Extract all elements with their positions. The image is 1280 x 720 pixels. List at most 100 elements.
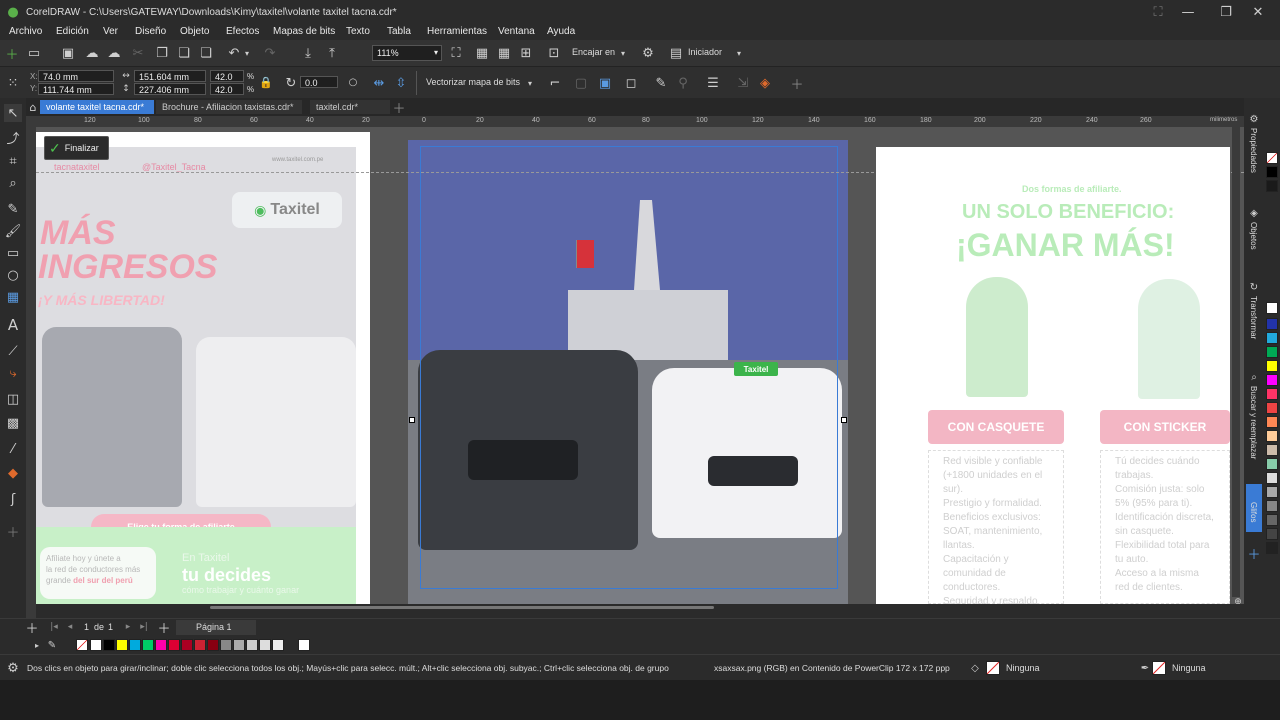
mirror-vertical-icon[interactable]: ⇳	[392, 74, 410, 92]
scale-y-field[interactable]: 42.0	[210, 83, 244, 95]
lock-ratio-icon[interactable]: 🔒	[259, 75, 273, 89]
doc-swatch[interactable]	[207, 639, 219, 651]
swatch-green[interactable]	[1266, 346, 1278, 358]
menu-texto[interactable]: Texto	[346, 26, 370, 37]
rotation-angle-field[interactable]: 0.0	[300, 76, 338, 88]
export-icon[interactable]: ⤒	[324, 45, 340, 61]
menu-edicion[interactable]: Edición	[56, 26, 89, 37]
edit-bitmap-icon[interactable]: ▣	[596, 74, 614, 92]
doc-swatch[interactable]	[220, 639, 232, 651]
bitmap-mask-icon[interactable]: ✎	[652, 74, 670, 92]
undo-dropdown-icon[interactable]: ▾	[242, 45, 252, 61]
selection-handle-right[interactable]	[841, 417, 847, 423]
pick-tool-icon[interactable]: ↖	[4, 104, 22, 122]
doc-swatch[interactable]	[259, 639, 271, 651]
doc-swatch[interactable]	[103, 639, 115, 651]
zoom-tool-icon[interactable]: ⌕	[4, 174, 22, 192]
layers-icon[interactable]: ◈	[756, 74, 774, 92]
expand-icon[interactable]: ⛶	[1150, 4, 1166, 20]
selection-bounding-box[interactable]	[420, 146, 838, 589]
menu-objeto[interactable]: Objeto	[180, 26, 209, 37]
horizontal-scrollbar[interactable]	[36, 604, 1244, 618]
eyedropper-icon[interactable]: ✎	[46, 639, 58, 651]
rotate-icon[interactable]: ↻	[282, 74, 300, 92]
doc-swatch[interactable]	[233, 639, 245, 651]
launch-label[interactable]: Iniciador	[688, 47, 722, 57]
launch-icon[interactable]: ▤	[668, 45, 684, 61]
minimize-button[interactable]: —	[1180, 4, 1196, 20]
y-position-field[interactable]: 111.744 mm	[38, 83, 114, 95]
menu-diseno[interactable]: Diseño	[135, 26, 166, 37]
docker-find-replace[interactable]: Buscar y reemplazar	[1249, 386, 1258, 459]
zoom-level-select[interactable]: 111% ▾	[372, 45, 442, 61]
close-button[interactable]: ✕	[1250, 4, 1266, 20]
swatch-tan[interactable]	[1266, 444, 1278, 456]
import-icon[interactable]: ⤓	[300, 45, 316, 61]
x-position-field[interactable]: 74.0 mm	[38, 70, 114, 82]
properties-icon[interactable]: ⚙	[1247, 112, 1261, 126]
swatch-navy[interactable]	[1266, 318, 1278, 330]
table-tool-icon[interactable]: ▦	[4, 288, 22, 306]
dimension-tool-icon[interactable]: ⟋	[4, 342, 22, 360]
menu-ayuda[interactable]: Ayuda	[547, 26, 575, 37]
snap-icon[interactable]: ⊡	[546, 45, 562, 61]
wrap-text-icon[interactable]: ☰	[704, 74, 722, 92]
artistic-media-icon[interactable]: 🖌	[4, 222, 22, 240]
swatch-black[interactable]	[1266, 166, 1278, 178]
crop-tool-icon[interactable]: ⌗	[4, 152, 22, 170]
eyedropper-icon[interactable]: ⁄	[4, 440, 22, 458]
tab-brochure-afiliacion[interactable]: Brochure - Afiliacion taxistas.cdr*	[156, 100, 302, 114]
snap-to-label[interactable]: Encajar en	[572, 47, 615, 57]
home-icon[interactable]: ⌂	[26, 100, 40, 114]
drop-shadow-icon[interactable]: ◫	[4, 390, 22, 408]
swatch-yellow[interactable]	[1266, 360, 1278, 372]
doc-swatch-none[interactable]	[76, 639, 88, 651]
next-page-icon[interactable]: ▸	[122, 621, 134, 633]
menu-mapas-de-bits[interactable]: Mapas de bits	[273, 26, 335, 37]
swatch-gray4[interactable]	[1266, 514, 1278, 526]
objects-icon[interactable]: ◈	[1247, 206, 1261, 220]
launch-dropdown-icon[interactable]: ▾	[734, 45, 744, 61]
vertical-ruler[interactable]	[26, 116, 36, 618]
page-left[interactable]: ✓ Finalizar tacnataxitel @Taxitel_Tacna …	[36, 132, 370, 604]
docker-objects[interactable]: Objetos	[1249, 222, 1258, 250]
find-icon[interactable]: ⌕	[1247, 370, 1261, 384]
copy-icon[interactable]: ❐	[154, 45, 170, 61]
gear-icon[interactable]: ⚙	[6, 661, 20, 676]
swatch-gray6[interactable]	[1266, 542, 1278, 554]
doc-swatch[interactable]	[272, 639, 284, 651]
cut-icon[interactable]: ✂	[130, 45, 146, 61]
docker-transform[interactable]: Transformar	[1249, 296, 1258, 339]
scale-x-field[interactable]: 42.0	[210, 70, 244, 82]
shape-tool-icon[interactable]: ⤴	[4, 128, 22, 147]
outline-swatch[interactable]	[1152, 661, 1166, 675]
fill-tool-icon[interactable]: ◆	[4, 464, 22, 482]
swatch-dark[interactable]	[1266, 180, 1278, 192]
swatch-gray2[interactable]	[1266, 486, 1278, 498]
height-field[interactable]: 227.406 mm	[134, 83, 206, 95]
doc-swatch[interactable]	[155, 639, 167, 651]
menu-efectos[interactable]: Efectos	[226, 26, 259, 37]
menu-ventana[interactable]: Ventana	[498, 26, 535, 37]
rulers-icon[interactable]: ▦	[474, 45, 490, 61]
right-btn-casquete[interactable]: CON CASQUETE	[928, 410, 1064, 444]
scroll-thumb[interactable]	[210, 606, 714, 609]
swatch-white[interactable]	[1266, 302, 1278, 314]
swatch-mint[interactable]	[1266, 458, 1278, 470]
save-icon[interactable]: ▣	[60, 45, 76, 61]
redo-icon[interactable]: ↷	[262, 45, 278, 61]
selection-handle-left[interactable]	[409, 417, 415, 423]
menu-archivo[interactable]: Archivo	[9, 26, 42, 37]
docker-properties[interactable]: Propiedades	[1249, 128, 1258, 173]
docker-glyphs[interactable]: Glifos	[1249, 502, 1258, 522]
resample-icon[interactable]: ▢	[572, 74, 590, 92]
page-right[interactable]: Dos formas de afiliarte. UN SOLO BENEFIC…	[876, 147, 1230, 621]
cloud-download-icon[interactable]: ☁	[106, 45, 122, 61]
swatch-magenta[interactable]	[1266, 374, 1278, 386]
restore-button[interactable]: ❐	[1218, 4, 1234, 20]
snap-dropdown-icon[interactable]: ▾	[618, 45, 628, 61]
link-icon[interactable]: ⚲	[674, 74, 692, 92]
swatch-pink[interactable]	[1266, 388, 1278, 400]
menu-herramientas[interactable]: Herramientas	[427, 26, 487, 37]
rectangle-tool-icon[interactable]: ▭	[4, 244, 22, 262]
